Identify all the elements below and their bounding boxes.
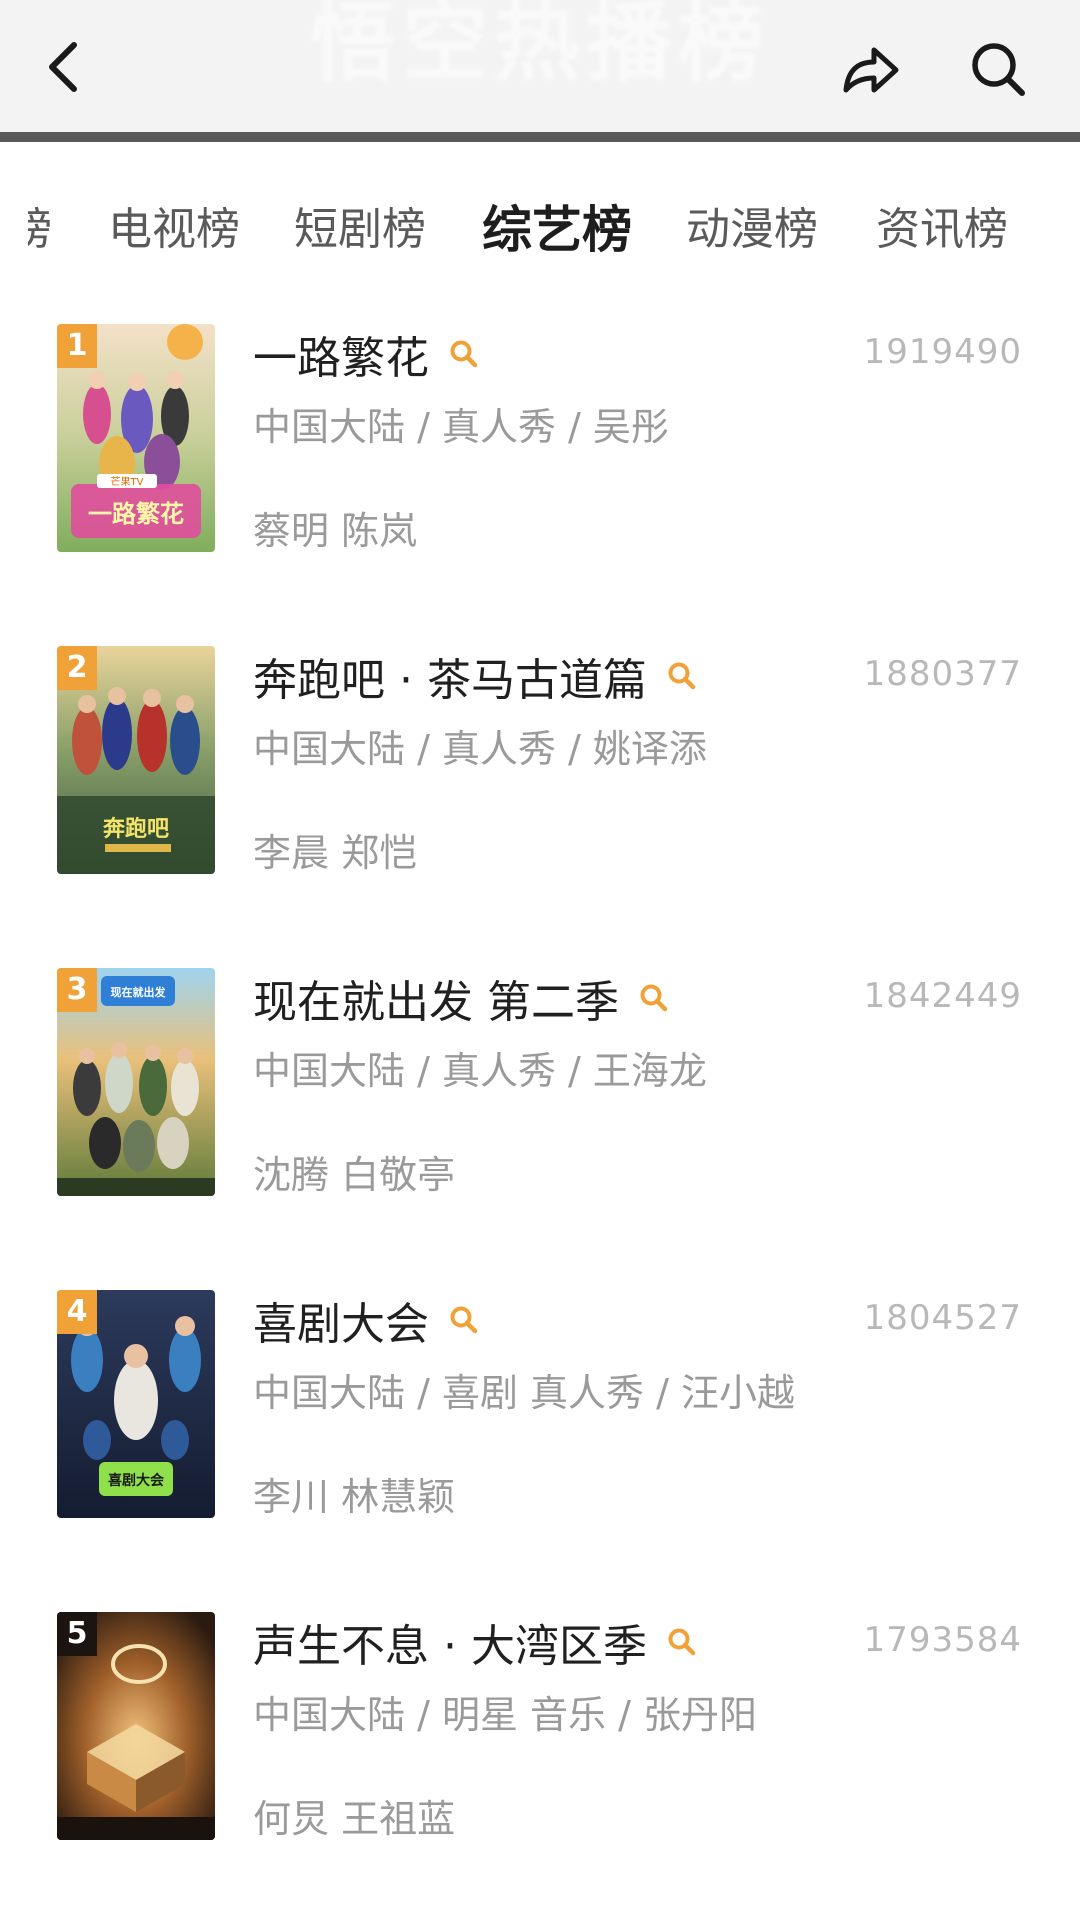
list-item[interactable]: 芒果TV 一路繁花 1 一路繁花 1919490 中国大陆 / 真人秀 / 吴彤… — [0, 320, 1080, 560]
show-title[interactable]: 一路繁花 — [253, 322, 429, 386]
search-icon[interactable] — [447, 337, 481, 371]
list-item[interactable]: 5 声生不息 · 大湾区季 1793584 中国大陆 / 明星 音乐 / 张丹阳… — [0, 1608, 1080, 1848]
show-title[interactable]: 声生不息 · 大湾区季 — [253, 1610, 647, 1674]
rank-badge: 3 — [57, 968, 97, 1012]
search-icon[interactable] — [665, 1625, 699, 1659]
poster-thumbnail[interactable]: 5 — [57, 1612, 215, 1840]
search-icon[interactable] — [665, 659, 699, 693]
search-button[interactable] — [966, 36, 1030, 102]
back-button[interactable] — [32, 30, 96, 104]
svg-text:现在就出发: 现在就出发 — [111, 985, 167, 999]
heat-score: 1880377 — [863, 654, 1022, 694]
svg-text:芒果TV: 芒果TV — [111, 475, 144, 488]
show-meta: 中国大陆 / 喜剧 真人秀 / 汪小越 — [253, 1371, 796, 1415]
heat-score: 1919490 — [863, 332, 1022, 372]
show-cast: 李晨 郑恺 — [253, 831, 418, 875]
app-screen: 悟空热播榜 榜 电视榜 短剧榜 综艺榜 动漫榜 资讯榜 芒果TV 一路繁花 1 … — [0, 0, 1080, 1916]
tab-short-drama[interactable]: 短剧榜 — [294, 190, 426, 270]
list-item[interactable]: 现在就出发 3 现在就出发 第二季 1842449 中国大陆 / 真人秀 / 王… — [0, 964, 1080, 1204]
poster-thumbnail[interactable]: 喜剧大会 4 — [57, 1290, 215, 1518]
show-title[interactable]: 喜剧大会 — [253, 1288, 429, 1352]
rank-badge: 2 — [57, 646, 97, 690]
share-button[interactable] — [836, 36, 906, 102]
rank-badge: 4 — [57, 1290, 97, 1334]
tab-anime[interactable]: 动漫榜 — [686, 190, 818, 270]
show-title[interactable]: 现在就出发 第二季 — [253, 966, 619, 1030]
svg-text:喜剧大会: 喜剧大会 — [108, 1472, 165, 1489]
show-cast: 沈腾 白敬亭 — [253, 1153, 456, 1197]
search-icon — [972, 43, 1025, 96]
top-nav-bar: 悟空热播榜 — [0, 0, 1080, 132]
show-meta: 中国大陆 / 真人秀 / 姚译添 — [253, 727, 707, 771]
tab-partial[interactable]: 榜 — [28, 190, 54, 279]
title-line: 现在就出发 第二季 — [253, 968, 671, 1028]
list-item[interactable]: 奔跑吧 2 奔跑吧 · 茶马古道篇 1880377 中国大陆 / 真人秀 / 姚… — [0, 642, 1080, 882]
poster-thumbnail[interactable]: 现在就出发 3 — [57, 968, 215, 1196]
show-cast: 蔡明 陈岚 — [253, 509, 418, 553]
show-meta: 中国大陆 / 明星 音乐 / 张丹阳 — [253, 1693, 758, 1737]
rank-badge: 1 — [57, 324, 97, 368]
search-icon[interactable] — [637, 981, 671, 1015]
heat-score: 1793584 — [863, 1620, 1022, 1660]
title-line: 声生不息 · 大湾区季 — [253, 1612, 699, 1672]
page-title: 悟空热播榜 — [310, 0, 770, 93]
tab-variety[interactable]: 综艺榜 — [482, 190, 632, 270]
header-divider — [0, 132, 1080, 142]
show-meta: 中国大陆 / 真人秀 / 吴彤 — [253, 405, 669, 449]
search-icon[interactable] — [447, 1303, 481, 1337]
title-line: 一路繁花 — [253, 324, 481, 384]
poster-thumbnail[interactable]: 奔跑吧 2 — [57, 646, 215, 874]
chevron-left-icon — [49, 42, 77, 92]
tab-news[interactable]: 资讯榜 — [876, 190, 1008, 270]
category-tabs: 榜 电视榜 短剧榜 综艺榜 动漫榜 资讯榜 — [0, 190, 1080, 270]
title-line: 喜剧大会 — [253, 1290, 481, 1350]
list-item[interactable]: 喜剧大会 4 喜剧大会 1804527 中国大陆 / 喜剧 真人秀 / 汪小越 … — [0, 1286, 1080, 1526]
show-meta: 中国大陆 / 真人秀 / 王海龙 — [253, 1049, 707, 1093]
heat-score: 1804527 — [863, 1298, 1022, 1338]
show-cast: 何炅 王祖蓝 — [253, 1797, 456, 1841]
svg-text:一路繁花: 一路繁花 — [88, 500, 184, 528]
tab-tv[interactable]: 电视榜 — [108, 190, 240, 270]
poster-thumbnail[interactable]: 芒果TV 一路繁花 1 — [57, 324, 215, 552]
rank-badge: 5 — [57, 1612, 97, 1656]
show-cast: 李川 林慧颖 — [253, 1475, 456, 1519]
svg-text:奔跑吧: 奔跑吧 — [103, 816, 169, 842]
share-arrow-icon — [843, 47, 899, 93]
show-title[interactable]: 奔跑吧 · 茶马古道篇 — [253, 644, 647, 708]
heat-score: 1842449 — [863, 976, 1022, 1016]
title-line: 奔跑吧 · 茶马古道篇 — [253, 646, 699, 706]
